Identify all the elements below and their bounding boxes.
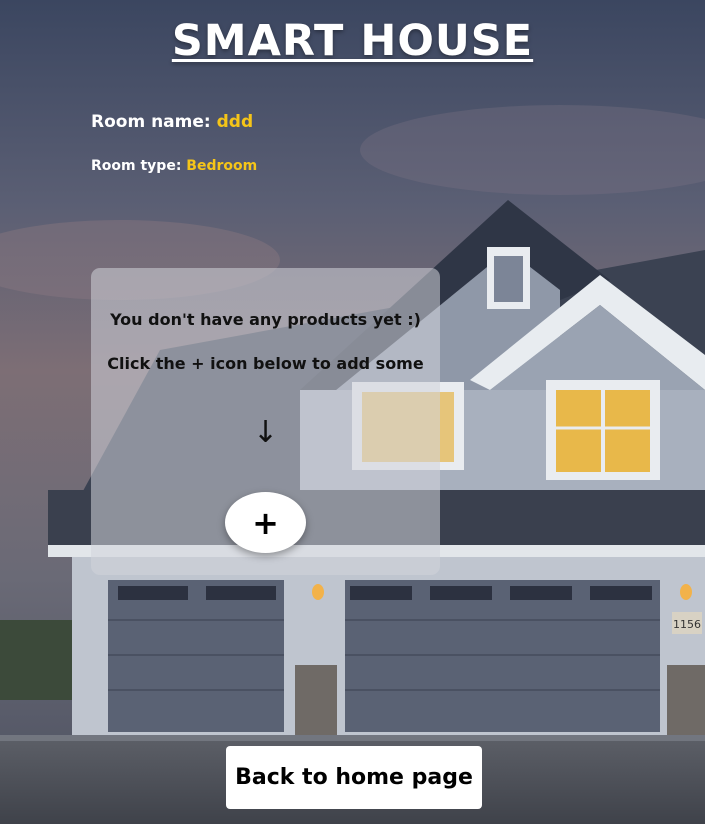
room-name-label: Room name: bbox=[91, 112, 211, 132]
products-panel: You don't have any products yet :) Click… bbox=[91, 268, 440, 575]
back-to-home-button[interactable]: Back to home page bbox=[226, 746, 482, 809]
room-name-row: Room name: ddd bbox=[91, 112, 253, 132]
page-title: SMART HOUSE bbox=[171, 16, 534, 66]
add-product-button[interactable]: + bbox=[225, 492, 306, 553]
room-type-label: Room type: bbox=[91, 158, 182, 174]
room-name-value: ddd bbox=[216, 112, 254, 132]
room-type-value: Bedroom bbox=[186, 158, 258, 174]
add-products-hint: Click the + icon below to add some bbox=[107, 354, 424, 373]
house-number: 1156 bbox=[673, 618, 701, 631]
empty-products-message: You don't have any products yet :) bbox=[110, 310, 421, 329]
room-type-row: Room type: Bedroom bbox=[91, 158, 257, 174]
arrow-down-icon: ↓ bbox=[252, 415, 279, 450]
